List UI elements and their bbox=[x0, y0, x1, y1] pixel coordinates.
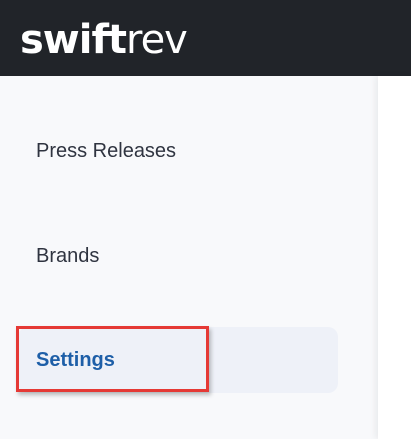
sidebar-item-press-releases[interactable]: Press Releases bbox=[18, 118, 338, 184]
sidebar-item-label: Brands bbox=[36, 244, 100, 267]
top-navbar: swiftrev bbox=[0, 0, 411, 76]
sidebar-item-label: Settings bbox=[36, 348, 115, 371]
logo-text-light: rev bbox=[126, 17, 188, 63]
logo-text-bold: swift bbox=[20, 17, 127, 63]
sidebar-item-label: Press Releases bbox=[36, 139, 177, 162]
swiftrev-logo[interactable]: swiftrev bbox=[20, 12, 188, 68]
sidebar-item-brands[interactable]: Brands bbox=[18, 223, 338, 289]
main-content-panel bbox=[378, 76, 411, 439]
sidebar-item-settings[interactable]: Settings bbox=[18, 327, 338, 393]
